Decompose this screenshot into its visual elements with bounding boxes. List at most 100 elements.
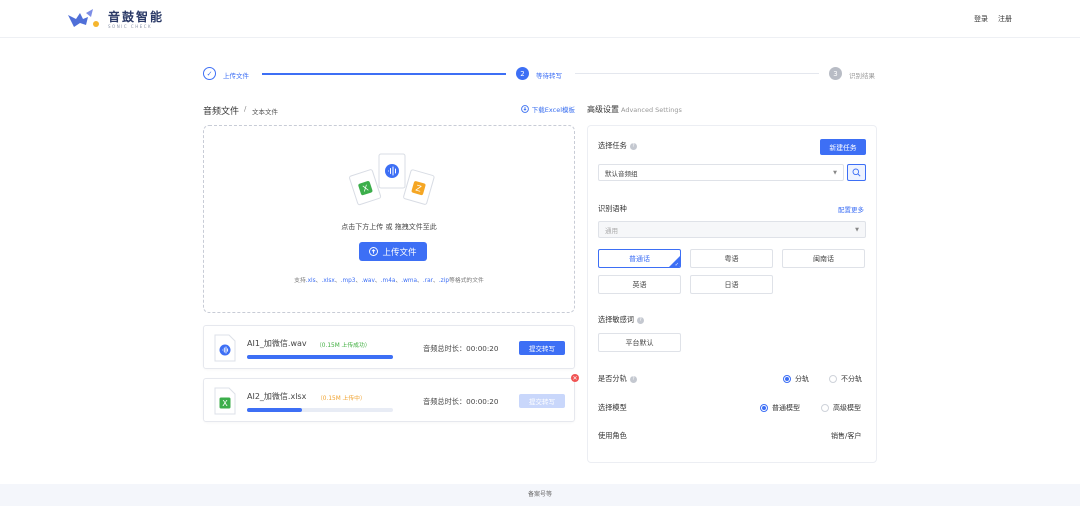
role-label: 使用角色	[598, 431, 627, 440]
step-3-number: 3	[829, 67, 842, 80]
submit-transcription-button[interactable]: 提交转写	[519, 394, 565, 408]
format-tag: .mp3	[340, 278, 356, 284]
help-icon[interactable]: ?	[636, 316, 644, 324]
split-track-no-radio[interactable]: 不分轨	[829, 374, 862, 384]
support-suffix: 等格式的文件	[449, 278, 484, 284]
file-type-tabs: 音频文件 / 文本文件 下载Excel模板	[203, 104, 575, 117]
lang-label: 英语	[632, 280, 647, 289]
login-link[interactable]: 登录	[974, 14, 988, 24]
cloud-upload-icon	[369, 247, 379, 256]
lang-label: 日语	[724, 280, 739, 289]
file-size-status: （0.15M 上传中）	[317, 396, 366, 402]
step-3-label: 识别结果	[849, 72, 875, 80]
logo[interactable]: 音鼓智能 SONIC CHECK	[66, 8, 164, 32]
radio-checked-icon	[760, 404, 768, 412]
search-icon	[852, 168, 861, 177]
file-size-status: （0.15M 上传成功）	[316, 343, 371, 349]
config-more-link[interactable]: 配置更多	[838, 204, 864, 214]
sensitive-words-text: 选择敏感词	[598, 315, 634, 324]
lang-minnan-button[interactable]: 闽南话	[782, 249, 865, 268]
download-icon	[520, 105, 529, 113]
tab-separator: /	[244, 105, 247, 113]
logo-title: 音鼓智能	[108, 10, 165, 24]
radio-unchecked-icon	[821, 404, 829, 412]
language-select-value: 通用	[605, 226, 618, 235]
lang-english-button[interactable]: 英语	[598, 275, 681, 294]
lang-label: 闽南话	[813, 254, 834, 263]
select-task-text: 选择任务	[598, 141, 627, 150]
upload-progress-bar	[247, 408, 393, 412]
sensitive-words-value: 平台默认	[625, 338, 654, 347]
split-yes-label: 分轨	[795, 375, 809, 383]
svg-text:X: X	[222, 399, 228, 408]
advanced-title-en: Advanced Settings	[621, 106, 682, 114]
lang-mandarin-button[interactable]: 普通话 ✓	[598, 249, 681, 268]
excel-file-icon: X	[214, 387, 236, 415]
tab-text-files[interactable]: 文本文件	[252, 106, 278, 116]
chevron-down-icon: ▼	[833, 170, 837, 176]
role-value[interactable]: 销售/客户	[831, 431, 861, 441]
upload-file-button[interactable]: 上传文件	[359, 242, 427, 261]
file-card-2: X AI2_加微信.xlsx （0.15M 上传中） 音频总时长：00:00:2…	[203, 378, 575, 422]
radio-unchecked-icon	[829, 375, 837, 383]
upload-hint: 点击下方上传 或 拖拽文件至此	[341, 223, 437, 231]
lang-label: 粤语	[724, 254, 739, 263]
task-select-value: 默认音频组	[605, 169, 638, 178]
new-task-button[interactable]: 新建任务	[820, 139, 866, 155]
upload-file-label: 上传文件	[382, 247, 417, 258]
upload-dropzone[interactable]: X Z 点击下方上传 或 拖拽文件至此 上传文件 支持.xls、.xlsx、.m…	[203, 125, 575, 313]
lang-label: 普通话	[629, 254, 650, 263]
remove-file-close-icon[interactable]: ✕	[571, 374, 579, 382]
submit-transcription-button[interactable]: 提交转写	[519, 341, 565, 355]
select-task-label: 选择任务 ?	[598, 141, 637, 151]
advanced-settings-title: 高级设置 Advanced Settings	[587, 104, 682, 115]
file-card-1: AI1_加微信.wav （0.15M 上传成功） 音频总时长：00:00:20 …	[203, 325, 575, 369]
help-icon[interactable]: ?	[629, 142, 637, 150]
format-tag: .m4a	[380, 278, 396, 284]
split-track-text: 是否分轨	[598, 374, 627, 383]
search-task-button[interactable]	[847, 164, 866, 181]
file-name: AI1_加微信.wav	[247, 339, 307, 348]
download-template-label: 下载Excel模板	[531, 106, 575, 114]
support-format-list: .xls、.xlsx、.mp3、.wav、.m4a、.wma、.rar、.zip	[305, 278, 450, 284]
format-tag: .wav	[361, 278, 375, 284]
model-advanced-radio[interactable]: 高级模型	[821, 403, 861, 413]
format-tag: .zip	[438, 278, 450, 284]
model-normal-label: 普通模型	[772, 404, 800, 412]
upload-progress-fill	[247, 408, 303, 412]
language-label: 识别语种	[598, 204, 627, 213]
upload-progress-fill	[247, 355, 393, 359]
step-1-check-icon: ✓	[203, 67, 216, 80]
lang-cantonese-button[interactable]: 粤语	[690, 249, 773, 268]
format-tag: .xlsx	[321, 278, 335, 284]
format-tag: .rar	[422, 278, 434, 284]
advanced-title-cn: 高级设置	[587, 105, 619, 114]
model-normal-radio[interactable]: 普通模型	[760, 403, 800, 413]
help-icon[interactable]: ?	[629, 375, 637, 383]
step-2-number: 2	[516, 67, 529, 80]
register-link[interactable]: 注册	[998, 14, 1012, 24]
supported-formats: 支持.xls、.xlsx、.mp3、.wav、.m4a、.wma、.rar、.z…	[204, 275, 574, 284]
split-track-yes-radio[interactable]: 分轨	[783, 374, 809, 384]
step-1-label: 上传文件	[223, 72, 249, 80]
lang-japanese-button[interactable]: 日语	[690, 275, 773, 294]
audio-duration: 音频总时长：00:00:20	[423, 344, 499, 353]
download-template-link[interactable]: 下载Excel模板	[520, 104, 575, 114]
chevron-down-icon: ▼	[855, 227, 859, 233]
footer: 备案号等	[0, 484, 1080, 506]
logo-subtitle: SONIC CHECK	[108, 24, 153, 29]
task-select[interactable]: 默认音频组 ▼	[598, 164, 844, 181]
model-label: 选择模型	[598, 403, 627, 412]
language-select: 通用 ▼	[598, 221, 866, 238]
advanced-settings-panel: 选择任务 ? 新建任务 默认音频组 ▼ 识别语种 配置更多 通用 ▼ 普通话 ✓…	[587, 125, 877, 463]
model-advanced-label: 高级模型	[833, 404, 861, 412]
step-2-label: 等待转写	[536, 72, 562, 80]
files-illustration-icon: X Z	[349, 153, 435, 206]
format-tag: .wma	[401, 278, 418, 284]
upload-progress-bar	[247, 355, 393, 359]
step-line-1	[262, 73, 506, 75]
sensitive-words-default-button[interactable]: 平台默认	[598, 333, 681, 352]
progress-steps: ✓ 上传文件 2 等待转写 3 识别结果	[203, 67, 883, 81]
format-tag: .xls	[305, 278, 316, 284]
tab-audio-files[interactable]: 音频文件	[203, 104, 239, 117]
